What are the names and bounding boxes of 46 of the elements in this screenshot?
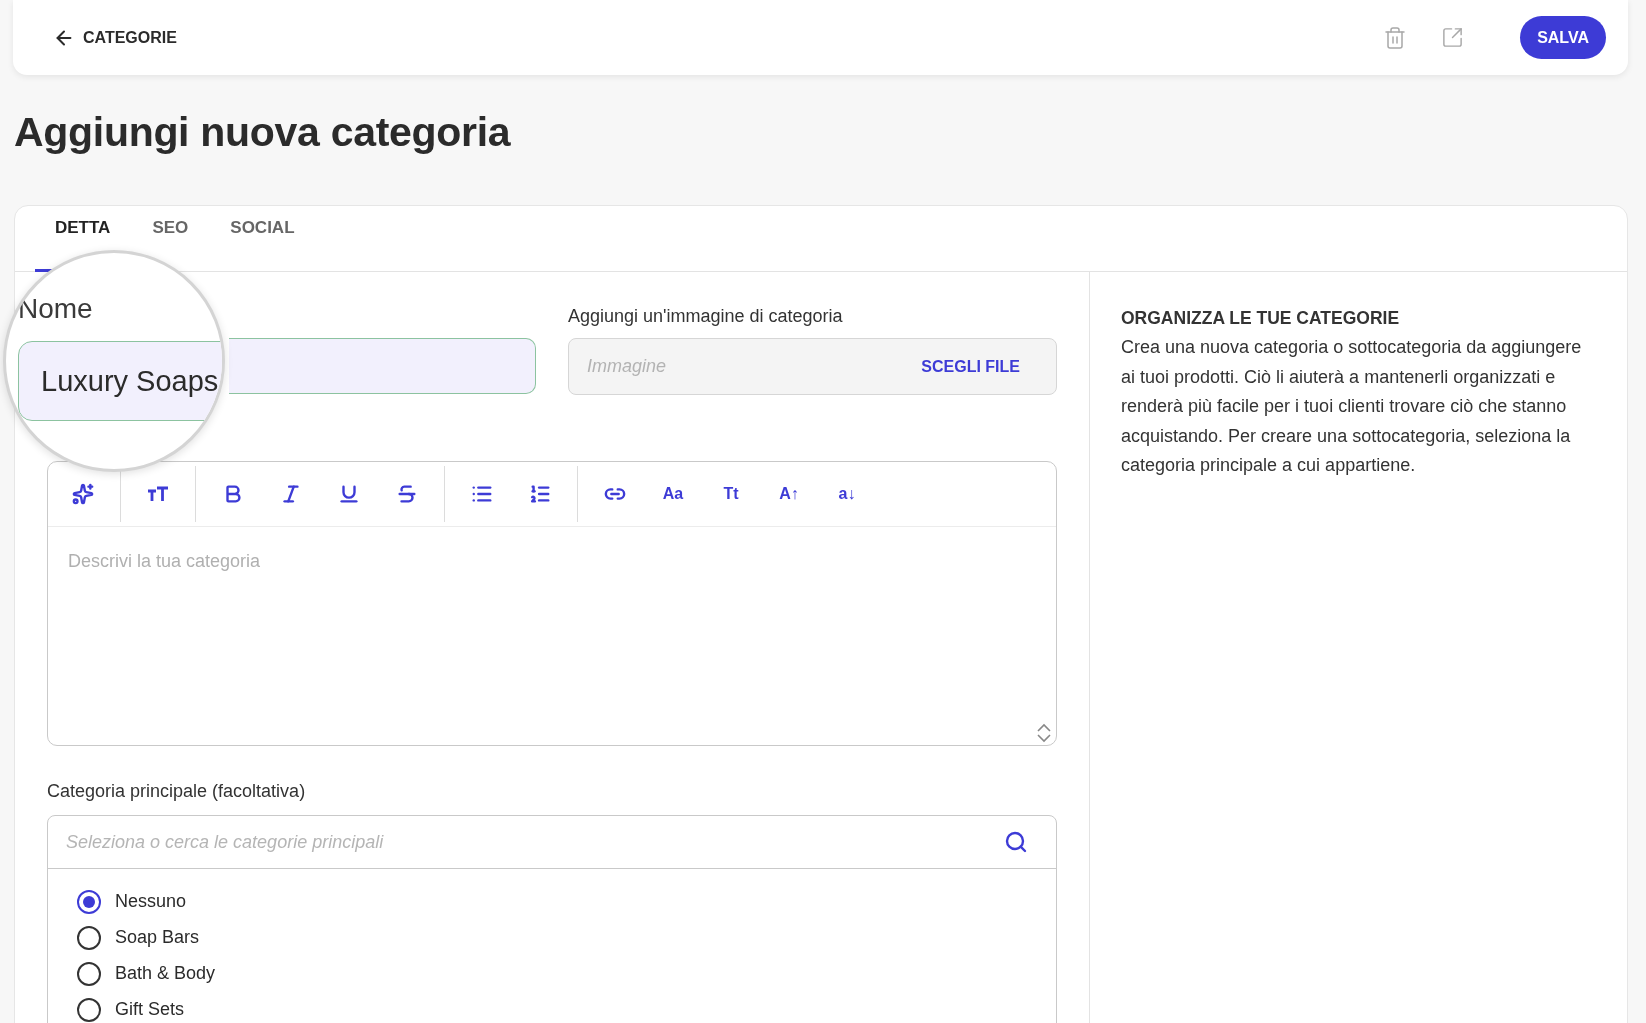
tab[interactable]: DETTA [35, 217, 131, 239]
help-title: ORGANIZZA LE TUE CATEGORIE [1121, 307, 1401, 330]
radio-option[interactable]: Nessuno [77, 889, 1056, 914]
description-field[interactable]: Descrivi la tua categoria [48, 527, 1056, 745]
format-button[interactable]: Aa [650, 474, 696, 514]
radio-button[interactable] [77, 889, 101, 914]
name-field[interactable]: Luxury Soaps [18, 341, 222, 421]
back-link[interactable]: CATEGORIE [53, 26, 177, 49]
trash-icon [1383, 25, 1408, 50]
text-editor[interactable]: Aa Tt A↑ a↓ Descrivi la tua categoria [47, 461, 1057, 746]
option-label: Bath & Body [115, 963, 216, 984]
format-button[interactable]: Tt [708, 474, 754, 514]
field-label: Aggiungi un'immagine di categoria [568, 306, 844, 328]
option-label: Nessuno [115, 891, 187, 912]
name-field[interactable] [229, 338, 536, 394]
tab[interactable]: SOCIAL [210, 217, 315, 239]
tab[interactable]: SEO [132, 217, 209, 239]
resize-handle-icon[interactable] [1036, 723, 1052, 743]
bullet-list-icon [471, 483, 493, 505]
page-title: Aggiungi nuova categoria [13, 108, 512, 157]
option-label: Soap Bars [115, 927, 200, 948]
format-button[interactable]: a↓ [824, 474, 870, 514]
radio-option[interactable]: Soap Bars [77, 925, 1056, 950]
search-icon [1004, 830, 1028, 854]
field-label: Categoria principale (facoltativa) [47, 781, 307, 803]
option-label: Gift Sets [115, 999, 185, 1020]
radio-option[interactable]: Bath & Body [77, 961, 1056, 986]
image-field[interactable]: Immagine SCEGLI FILE [568, 338, 1057, 395]
sparkle-icon [72, 483, 94, 505]
choose-file-button[interactable]: SCEGLI FILE [915, 356, 1026, 377]
help-text: Crea una nuova categoria o sottocategoria da aggiungere ai tuoi prodotti. Ciò li aiuterà a mantenerli organizzati e renderà più facile per i tuoi clienti trovare ciò che stanno acquistando. Per creare una sottocategoria, seleziona la categoria principale a cui appartiene. [1121, 336, 1583, 477]
save-button[interactable]: SALVA [1520, 16, 1606, 59]
strikethrough-icon [396, 483, 418, 505]
radio-button[interactable] [77, 997, 101, 1022]
numbered-list-icon [529, 483, 551, 505]
text-size-icon [146, 484, 170, 504]
field-label: Nome [18, 293, 93, 325]
category-search-field[interactable]: Seleziona o cerca le categorie principali [64, 830, 1004, 854]
format-button[interactable]: A↑ [766, 474, 812, 514]
radio-option[interactable]: Gift Sets [77, 997, 1056, 1022]
underline-icon [338, 483, 360, 505]
radio-button[interactable] [77, 961, 101, 986]
radio-button[interactable] [77, 925, 101, 950]
external-link-icon [1441, 26, 1465, 49]
image-input[interactable]: Immagine [585, 355, 916, 378]
italic-icon [280, 483, 302, 505]
